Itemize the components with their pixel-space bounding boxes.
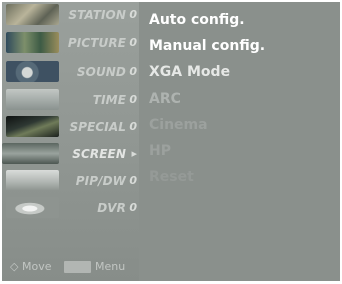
menu-item-marker: 0 bbox=[129, 65, 137, 78]
menu-item-marker: 0 bbox=[129, 201, 137, 214]
move-hint-label: Move bbox=[21, 260, 52, 273]
option-auto-config[interactable]: Auto config. bbox=[149, 10, 245, 30]
menu-item-label: STATION bbox=[68, 8, 126, 22]
menu-item-label: DVR bbox=[97, 201, 126, 215]
option-arc[interactable]: ARC bbox=[149, 89, 181, 109]
option-manual-config[interactable]: Manual config. bbox=[149, 36, 265, 56]
menu-key-icon bbox=[64, 261, 91, 273]
picture-thumbnail-icon bbox=[6, 32, 59, 53]
main-menu-panel: STATION 0 PICTURE 0 SOUND 0 TIME 0 SPECI… bbox=[2, 2, 139, 281]
menu-item-marker: 0 bbox=[129, 8, 137, 21]
move-hint: ◇ Move bbox=[10, 260, 51, 273]
menu-item-label: TIME bbox=[92, 93, 126, 107]
pip-thumbnail-icon bbox=[6, 170, 59, 191]
option-reset[interactable]: Reset bbox=[149, 167, 194, 187]
menu-item-station[interactable]: STATION 0 bbox=[2, 2, 139, 28]
sound-thumbnail-icon bbox=[6, 61, 59, 82]
menu-item-screen[interactable]: SCREEN ▸ bbox=[2, 141, 139, 167]
dvr-thumbnail-icon bbox=[6, 197, 59, 218]
osd-menu: STATION 0 PICTURE 0 SOUND 0 TIME 0 SPECI… bbox=[2, 2, 340, 281]
option-cinema[interactable]: Cinema bbox=[149, 115, 208, 135]
time-thumbnail-icon bbox=[6, 89, 59, 110]
screen-thumbnail-icon bbox=[2, 143, 59, 164]
menu-item-label: PIP/DW bbox=[75, 174, 126, 188]
menu-item-label: SOUND bbox=[76, 65, 126, 79]
special-thumbnail-icon bbox=[6, 116, 59, 137]
menu-item-dvr[interactable]: DVR 0 bbox=[2, 195, 139, 221]
menu-item-label: SCREEN bbox=[72, 147, 126, 161]
menu-item-picture[interactable]: PICTURE 0 bbox=[2, 30, 139, 56]
navigation-diamond-icon: ◇ bbox=[10, 260, 19, 273]
station-thumbnail-icon bbox=[6, 4, 59, 25]
menu-item-label: SPECIAL bbox=[69, 120, 126, 134]
menu-item-sound[interactable]: SOUND 0 bbox=[2, 59, 139, 85]
menu-item-marker: 0 bbox=[129, 174, 137, 187]
option-hp[interactable]: HP bbox=[149, 141, 171, 161]
menu-item-marker: 0 bbox=[129, 36, 137, 49]
screen-submenu-panel: Auto config. Manual config. XGA Mode ARC… bbox=[139, 2, 340, 281]
menu-item-label: PICTURE bbox=[67, 36, 126, 50]
menu-item-marker: 0 bbox=[129, 93, 137, 106]
menu-item-marker: 0 bbox=[129, 120, 137, 133]
menu-hint-label: Menu bbox=[95, 260, 126, 273]
menu-item-special[interactable]: SPECIAL 0 bbox=[2, 114, 139, 140]
submenu-arrow-icon: ▸ bbox=[131, 147, 137, 160]
menu-item-time[interactable]: TIME 0 bbox=[2, 87, 139, 113]
menu-item-pip-dw[interactable]: PIP/DW 0 bbox=[2, 168, 139, 194]
option-xga-mode[interactable]: XGA Mode bbox=[149, 62, 230, 82]
